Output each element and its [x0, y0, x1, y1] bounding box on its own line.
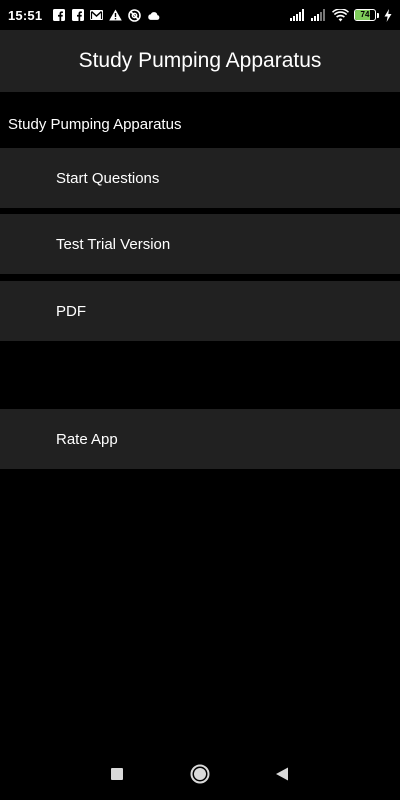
- charging-icon: [384, 8, 392, 22]
- battery-body: 74: [354, 9, 376, 21]
- menu-item-label: Test Trial Version: [56, 235, 171, 253]
- cloud-icon: [147, 9, 160, 22]
- facebook-icon: [71, 9, 84, 22]
- home-icon[interactable]: [188, 762, 212, 786]
- warning-icon: [109, 9, 123, 22]
- battery-cap: [377, 12, 379, 18]
- menu-item-label: PDF: [56, 302, 86, 320]
- menu-item-label: Start Questions: [56, 169, 160, 187]
- status-left-group: 15:51: [0, 8, 160, 23]
- do-not-disturb-icon: [128, 8, 142, 22]
- gmail-icon: [90, 9, 104, 22]
- facebook-icon: [52, 9, 65, 22]
- status-time: 15:51: [8, 7, 43, 23]
- test-trial-version-button[interactable]: Test Trial Version: [0, 214, 400, 274]
- wifi-icon: [332, 8, 349, 22]
- section-label: Study Pumping Apparatus: [8, 116, 182, 133]
- battery-level: 74: [360, 10, 370, 19]
- status-right-group: 74: [290, 0, 392, 30]
- pdf-button[interactable]: PDF: [0, 281, 400, 341]
- start-questions-button[interactable]: Start Questions: [0, 148, 400, 208]
- app-title: Study Pumping Apparatus: [78, 49, 322, 72]
- signal-icon: [290, 9, 306, 22]
- signal-icon: [311, 9, 327, 22]
- rate-app-button[interactable]: Rate App: [0, 409, 400, 469]
- navigation-bar: [0, 748, 400, 800]
- menu-item-label: Rate App: [56, 430, 118, 448]
- recents-icon[interactable]: [105, 762, 129, 786]
- battery-icon: 74: [354, 9, 379, 21]
- back-icon[interactable]: [270, 762, 294, 786]
- status-bar: 15:51 74: [0, 0, 400, 30]
- app-bar: Study Pumping Apparatus: [0, 30, 400, 92]
